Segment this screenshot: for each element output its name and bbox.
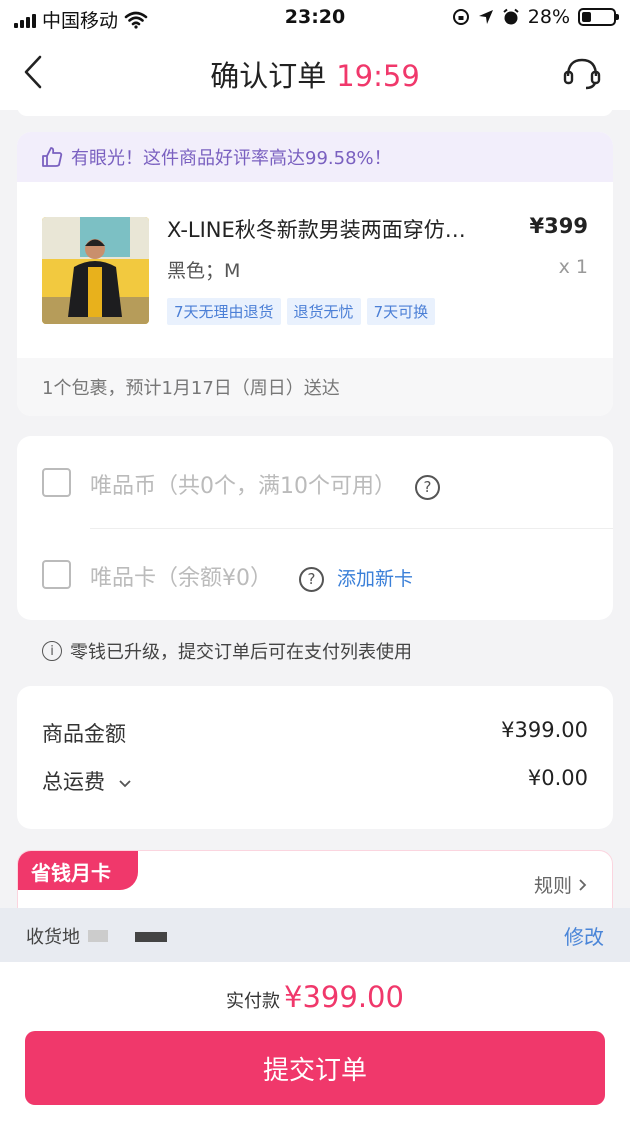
status-right: 28% [452,6,619,28]
wallet-upgrade-notice: i 零钱已升级，提交订单后可在支付列表使用 [42,638,412,664]
month-card-rules-link[interactable]: 规则 [534,871,588,898]
delivery-estimate: 1个包裹，预计1月17日（周日）送达 [17,358,613,416]
goods-card: 有眼光！这件商品好评率高达99.58%！ X-LINE秋冬新款男装两面穿仿… ¥… [17,132,613,416]
redacted-address [88,930,108,942]
month-card-badge: 省钱月卡 [18,851,138,890]
submit-order-button[interactable]: 提交订单 [25,1031,605,1105]
address-label: 收货地 [26,927,80,948]
tag-return-7days: 7天无理由退货 [167,298,281,325]
chevron-right-icon [579,879,587,891]
praise-banner: 有眼光！这件商品好评率高达99.58%！ [17,132,613,182]
tag-exchange-7days: 7天可换 [366,298,436,325]
product-thumbnail[interactable] [42,217,149,324]
vip-card-checkbox[interactable] [42,560,71,589]
nav-bar: 确认订单 19:59 [0,34,630,110]
bottom-bar: 实付款 ¥399.00 提交订单 [0,962,630,1121]
shipping-fee-value: ¥0.00 [527,766,588,790]
shipping-address-bar[interactable]: 收货地 修改 [0,908,630,962]
product-quantity: x 1 [558,256,588,278]
battery-percent: 28% [527,6,570,28]
rotation-lock-icon [452,9,469,25]
tag-worry-free-return: 退货无忧 [286,298,361,325]
help-question-icon[interactable]: ? [415,474,440,500]
payment-options-card: 唯品币（共0个，满10个可用） ? 唯品卡（余额¥0） ? 添加新卡 [17,436,613,620]
shipping-fee-label: 总运费 [42,770,105,794]
goods-amount-label: 商品金额 [42,722,126,746]
product-name: X-LINE秋冬新款男装两面穿仿… [167,218,466,242]
payable-label: 实付款 [226,991,281,1012]
praise-text: 有眼光！这件商品好评率高达99.58%！ [71,148,392,169]
battery-icon [578,8,619,26]
help-question-icon[interactable]: ? [299,566,324,592]
rules-text: 规则 [533,875,572,897]
chevron-down-icon [119,780,131,788]
previous-card-bottom [17,106,613,116]
status-bar: 中国移动 23:20 28% [0,0,630,34]
customer-service-headset-icon[interactable] [562,56,602,90]
redacted-address [135,932,167,942]
service-tags: 7天无理由退货 退货无忧 7天可换 [167,298,436,325]
vip-card-row[interactable]: 唯品卡（余额¥0） ? 添加新卡 [17,528,613,620]
vip-coins-checkbox[interactable] [42,468,71,497]
vip-coins-label: 唯品币（共0个，满10个可用） ? [90,468,440,500]
add-new-card-link[interactable]: 添加新卡 [337,568,413,590]
payable-value: ¥399.00 [284,980,404,1014]
thumbs-up-icon [42,147,63,167]
goods-amount-value: ¥399.00 [501,718,588,742]
alarm-icon [503,8,519,25]
vip-coins-text: 唯品币（共0个，满10个可用） [90,474,396,499]
product-price: ¥399 [529,214,588,238]
vip-card-text: 唯品卡（余额¥0） [90,566,272,591]
payable-amount: 实付款 ¥399.00 [0,980,630,1014]
amount-card: 商品金额 ¥399.00 总运费 ¥0.00 [17,686,613,829]
product-spec: 黑色；M [167,260,241,282]
shipping-fee-toggle[interactable]: 总运费 [42,766,132,796]
vip-card-label: 唯品卡（余额¥0） ? 添加新卡 [90,560,413,592]
vip-coins-row[interactable]: 唯品币（共0个，满10个可用） ? [17,436,613,528]
page-title: 确认订单 19:59 [0,53,630,95]
info-icon: i [42,641,62,661]
notice-text: 零钱已升级，提交订单后可在支付列表使用 [70,642,412,663]
location-icon [478,10,493,24]
page-title-text: 确认订单 [210,59,327,93]
goods-item[interactable]: X-LINE秋冬新款男装两面穿仿… ¥399 黑色；M x 1 7天无理由退货 … [17,182,613,358]
countdown-timer: 19:59 [336,59,420,93]
edit-address-button[interactable]: 修改 [564,921,604,950]
